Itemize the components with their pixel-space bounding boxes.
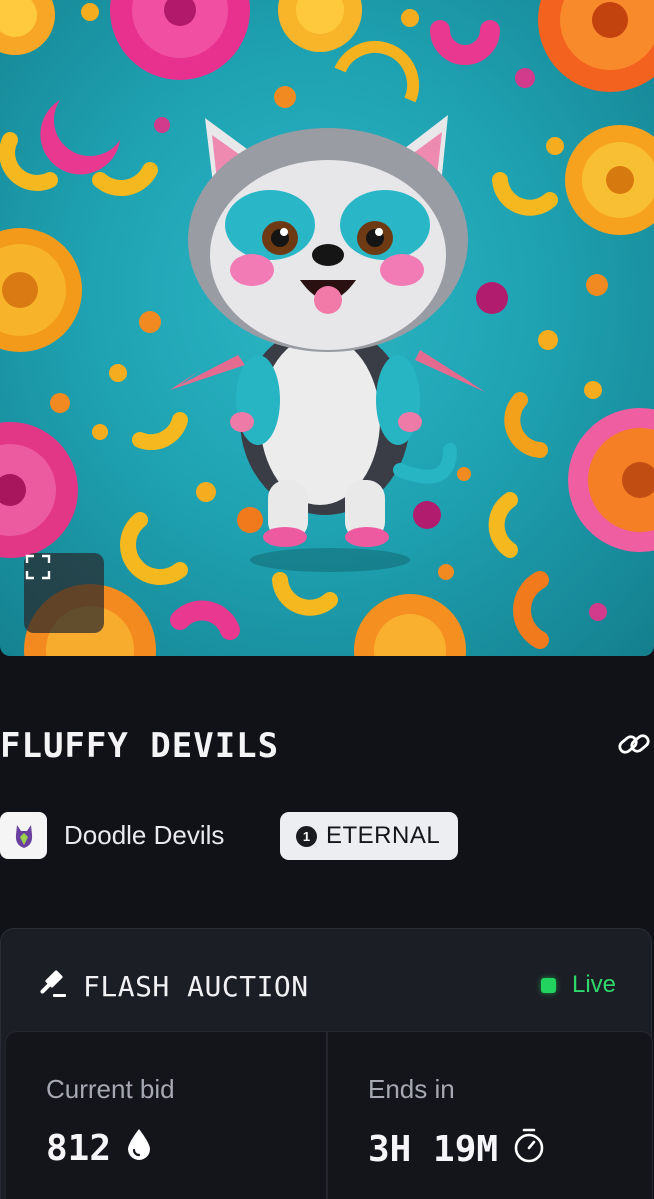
auction-header: FLASH AUCTION bbox=[37, 969, 309, 1004]
edition-number: 1 bbox=[296, 825, 317, 847]
creature-character bbox=[170, 115, 485, 572]
edition-type-label: ETERNAL bbox=[326, 822, 441, 849]
live-status: Live bbox=[541, 971, 616, 999]
live-indicator-icon bbox=[541, 977, 556, 993]
ends-in-label: Ends in bbox=[368, 1074, 455, 1104]
nft-artwork[interactable] bbox=[0, 0, 654, 656]
current-bid-value-row: 812 bbox=[46, 1127, 153, 1170]
fullscreen-button[interactable] bbox=[24, 553, 104, 633]
auction-title: FLASH AUCTION bbox=[83, 970, 309, 1003]
chain-link-icon bbox=[616, 726, 652, 767]
edition-badge: 1 ETERNAL bbox=[280, 812, 459, 860]
copy-link-button[interactable] bbox=[614, 726, 654, 766]
ends-in-panel: Ends in 3H 19M bbox=[327, 1031, 653, 1199]
drop-icon bbox=[125, 1127, 153, 1170]
stopwatch-icon bbox=[512, 1127, 546, 1172]
live-status-label: Live bbox=[572, 971, 617, 998]
gavel-icon bbox=[37, 969, 67, 1004]
auction-card: FLASH AUCTION Live Current bid 812 Ends … bbox=[0, 928, 653, 1199]
collection-avatar[interactable] bbox=[0, 812, 47, 859]
ends-in-value-row: 3H 19M bbox=[368, 1127, 546, 1172]
collection-name-link[interactable]: Doodle Devils bbox=[64, 820, 224, 851]
current-bid-label: Current bid bbox=[46, 1074, 175, 1104]
collection-logo-icon bbox=[15, 824, 32, 848]
current-bid-panel: Current bid 812 bbox=[5, 1031, 327, 1199]
nft-title: FLUFFY DEVILS bbox=[0, 726, 280, 766]
ends-in-value: 3H 19M bbox=[368, 1129, 499, 1170]
current-bid-value: 812 bbox=[46, 1128, 112, 1169]
